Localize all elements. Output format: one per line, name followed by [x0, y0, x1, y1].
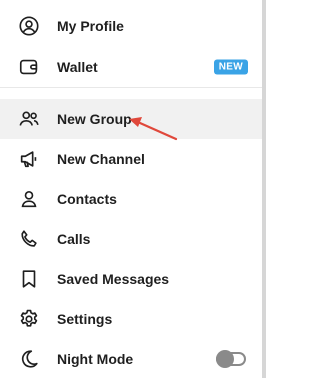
- menu-item-saved-messages[interactable]: Saved Messages: [0, 259, 262, 299]
- menu-divider: [0, 87, 262, 88]
- menu-item-label: Settings: [57, 311, 113, 327]
- menu-item-label: Night Mode: [57, 351, 134, 367]
- menu-item-label: My Profile: [57, 18, 124, 34]
- person-icon: [18, 188, 40, 210]
- red-arrow-annotation: [129, 117, 178, 141]
- group-icon: [18, 108, 40, 130]
- toggle-knob: [216, 350, 234, 368]
- menu-item-my-profile[interactable]: My Profile: [0, 6, 262, 46]
- megaphone-icon: [18, 148, 40, 170]
- scrollbar[interactable]: [262, 0, 266, 378]
- menu-item-label: Contacts: [57, 191, 117, 207]
- menu-item-label: Wallet: [57, 59, 98, 75]
- moon-icon: [18, 348, 40, 370]
- phone-icon: [18, 228, 40, 250]
- menu-item-new-channel[interactable]: New Channel: [0, 139, 262, 179]
- menu-item-label: Calls: [57, 231, 91, 247]
- new-badge: NEW: [213, 59, 248, 75]
- gear-icon: [18, 308, 40, 330]
- menu-item-label: New Channel: [57, 151, 145, 167]
- wallet-icon: [18, 56, 40, 78]
- menu-item-calls[interactable]: Calls: [0, 219, 262, 259]
- menu-item-settings[interactable]: Settings: [0, 299, 262, 339]
- menu-item-label: Saved Messages: [57, 271, 170, 287]
- menu-item-contacts[interactable]: Contacts: [0, 179, 262, 219]
- menu-item-label: New Group: [57, 111, 132, 127]
- bookmark-icon: [18, 268, 40, 290]
- user-circle-icon: [18, 15, 40, 37]
- menu-item-wallet[interactable]: Wallet NEW: [0, 47, 262, 87]
- menu-item-night-mode[interactable]: Night Mode: [0, 339, 262, 379]
- night-mode-toggle[interactable]: [216, 350, 246, 368]
